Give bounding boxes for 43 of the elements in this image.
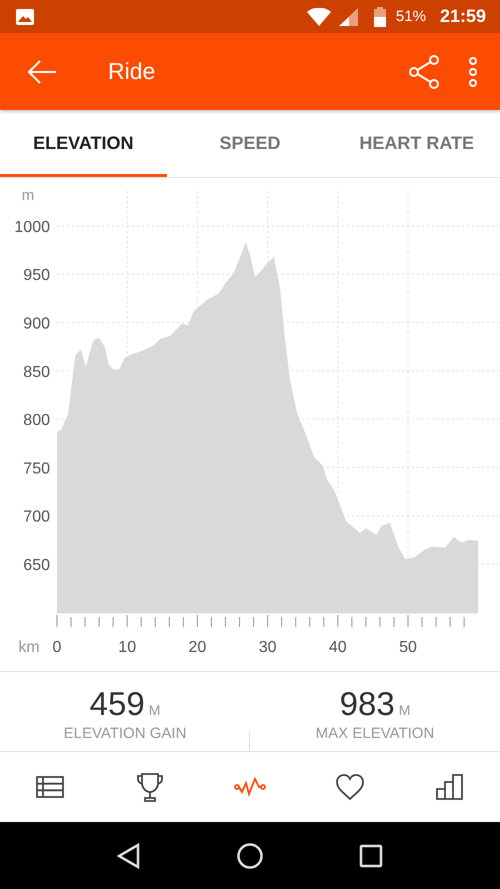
x-tick-label: 10 (118, 639, 136, 656)
screen-title: Ride (108, 58, 156, 85)
x-tick-label: 30 (258, 639, 276, 656)
tab[interactable]: ELEVATION (0, 110, 167, 177)
x-tick-label: 40 (328, 639, 347, 656)
stat-value: 459 (90, 685, 145, 723)
tab[interactable]: SPEED (166, 110, 334, 177)
stat-unit: M (148, 702, 160, 718)
x-tick-label: 50 (399, 639, 417, 656)
stat-value: 983 (340, 685, 395, 723)
x-axis-unit: km (18, 639, 40, 656)
y-tick-label: 950 (23, 267, 50, 284)
signal-icon (338, 8, 358, 26)
table-icon (35, 774, 65, 800)
battery-icon (374, 6, 386, 26)
y-tick-label: 650 (23, 557, 50, 574)
wifi-icon (306, 8, 331, 26)
y-axis-unit: m (22, 187, 34, 204)
trophy-icon (134, 771, 166, 803)
heart-icon (335, 773, 365, 801)
tab[interactable]: HEART RATE (333, 110, 500, 177)
more-icon (468, 56, 478, 86)
y-tick-label: 700 (23, 508, 50, 526)
stat-label: ELEVATION GAIN (64, 725, 186, 742)
stat-unit: M (398, 702, 410, 718)
pulse-icon (234, 775, 266, 799)
x-tick-label: 20 (188, 639, 206, 656)
circle-icon (236, 842, 264, 870)
triangle-icon (117, 842, 142, 868)
battery-percent: 51% (396, 8, 426, 25)
square-icon (358, 844, 383, 868)
clock: 21:59 (440, 6, 486, 27)
y-tick-label: 1000 (14, 218, 50, 236)
bar-chart-icon (435, 773, 465, 801)
back-arrow-icon (26, 58, 58, 86)
share-icon (408, 54, 440, 88)
picture-icon (16, 8, 34, 24)
stat-label: MAX ELEVATION (316, 725, 434, 742)
y-tick-label: 750 (23, 460, 50, 478)
y-tick-label: 850 (23, 364, 50, 381)
y-tick-label: 800 (23, 412, 50, 430)
x-tick-label: 0 (52, 639, 62, 656)
y-tick-label: 900 (23, 316, 50, 332)
